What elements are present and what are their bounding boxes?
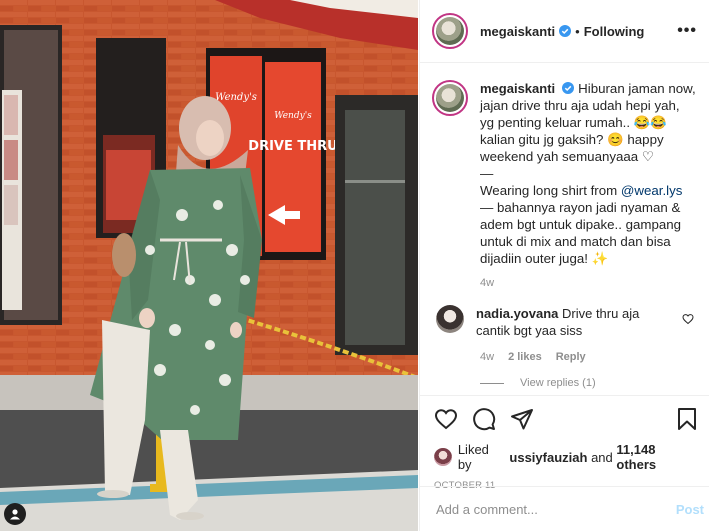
comment-likes[interactable]: 2 likes (508, 351, 542, 363)
post-comment-button[interactable]: Post (676, 502, 704, 517)
sign-left-brand: Wendy's (215, 92, 257, 103)
comments-list[interactable]: megaiskanti Hiburan jaman now, jajan driv… (420, 64, 709, 394)
user-icon (10, 509, 20, 520)
bookmark-icon (678, 408, 696, 430)
comment-like-heart-icon[interactable] (682, 313, 694, 325)
caption-timestamp[interactable]: 4w (480, 277, 698, 289)
liked-by-prefix: Liked by (457, 442, 489, 472)
verified-badge-icon (559, 25, 572, 37)
caption-body-2: — bahannya rayon jadi nyaman & adem bgt … (480, 200, 682, 266)
commenter-username[interactable]: nadia.yovana (476, 306, 558, 321)
post-photo-scene: Wendy's Wendy's DRIVE THRU (0, 0, 418, 531)
comment-icon (473, 408, 496, 431)
verified-badge-icon (562, 82, 575, 94)
caption-avatar[interactable] (432, 80, 468, 116)
comment-meta: 4w 2 likes Reply (480, 351, 698, 363)
share-button[interactable] (510, 407, 534, 431)
author-avatar[interactable] (432, 13, 468, 49)
header-separator: • (575, 23, 580, 39)
comment-text: nadia.yovana Drive thru aja cantik bgt y… (476, 305, 676, 339)
liker-username[interactable]: ussiyfauziah (509, 450, 587, 465)
more-options-icon[interactable]: ••• (677, 22, 697, 40)
sign-brand: Wendy's (274, 111, 312, 121)
add-comment-bar: Post (420, 486, 709, 531)
comment-input[interactable] (436, 501, 676, 517)
caption-username[interactable]: megaiskanti (480, 81, 555, 96)
like-button[interactable] (434, 407, 458, 431)
view-replies-button[interactable]: View replies (1) (480, 377, 698, 389)
following-button[interactable]: Following (584, 24, 645, 39)
author-username[interactable]: megaiskanti (480, 24, 555, 39)
tagged-user-button[interactable] (4, 503, 26, 525)
caption-text: megaiskanti Hiburan jaman now, jajan driv… (480, 80, 696, 267)
caption: megaiskanti Hiburan jaman now, jajan driv… (432, 80, 698, 267)
post-header: megaiskanti • Following ••• (420, 0, 709, 63)
post-actions: Liked by ussiyfauziah and 11,148 others … (420, 395, 709, 491)
paper-plane-icon (511, 409, 533, 430)
likes-others-link[interactable]: 11,148 others (616, 442, 698, 472)
comment-item: nadia.yovana Drive thru aja cantik bgt y… (432, 305, 698, 339)
save-button[interactable] (676, 407, 698, 431)
reply-button[interactable]: Reply (556, 351, 586, 363)
caption-mention-link[interactable]: @wear.lys (621, 183, 683, 198)
comment-button[interactable] (472, 407, 496, 431)
likes-summary: Liked by ussiyfauziah and 11,148 others (434, 442, 698, 472)
liked-by-conj: and (591, 449, 613, 465)
post-photo[interactable]: Wendy's Wendy's DRIVE THRU (0, 0, 418, 531)
action-icons (434, 406, 698, 432)
view-replies-line (480, 382, 504, 384)
heart-icon (434, 409, 458, 430)
sign-title: DRIVE THRU (248, 139, 337, 154)
commenter-avatar[interactable] (436, 305, 464, 333)
view-replies-label[interactable]: View replies (1) (520, 377, 596, 389)
caption-body-1: Hiburan jaman now, jajan drive thru aja … (480, 81, 696, 198)
liker-avatar[interactable] (434, 448, 452, 466)
post-side-panel: megaiskanti • Following ••• megaiskanti H… (419, 0, 709, 531)
comment-time[interactable]: 4w (480, 351, 494, 363)
